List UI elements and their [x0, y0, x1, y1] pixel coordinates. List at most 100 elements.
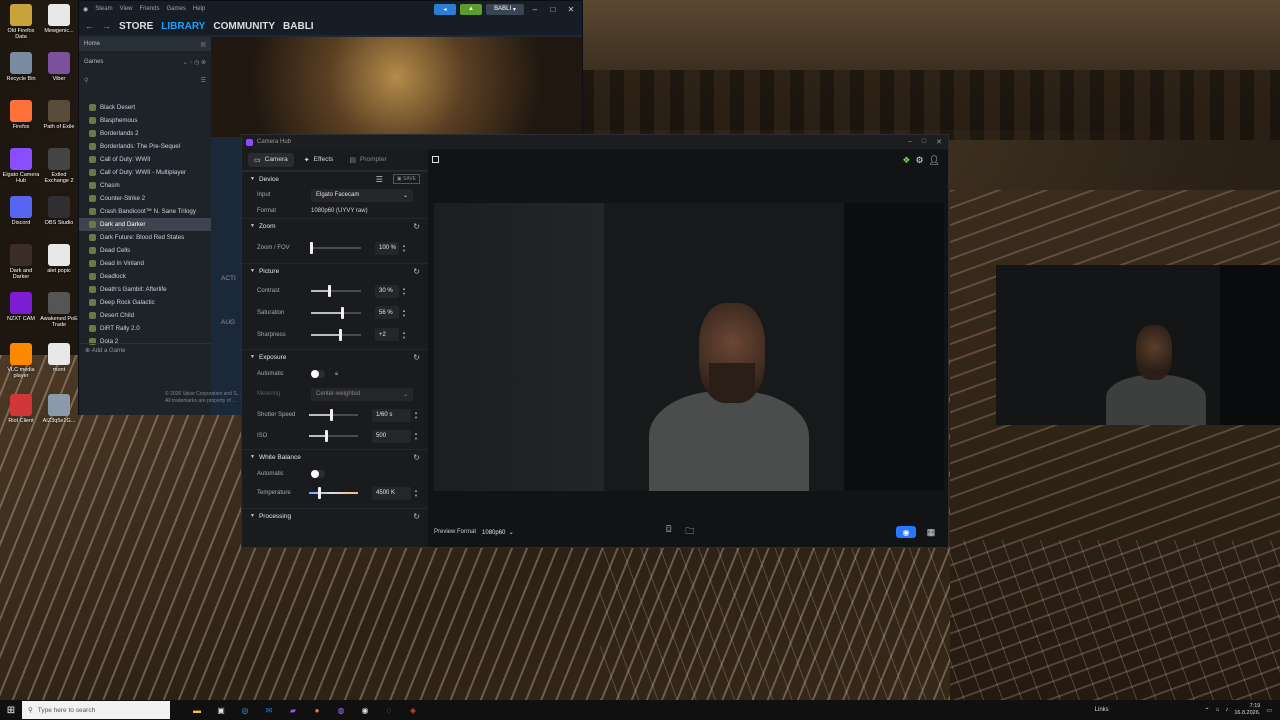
sharpness-slider[interactable] [311, 328, 361, 341]
notifications-icon[interactable]: ▭ [1266, 707, 1272, 714]
forward-arrow-icon[interactable]: → [102, 21, 111, 31]
menu-view[interactable]: View [120, 6, 133, 12]
panel-toggle-icon[interactable] [432, 156, 439, 163]
nav-community[interactable]: COMMUNITY [213, 21, 275, 32]
gear-icon[interactable]: ⚙ [915, 155, 923, 166]
tab-camera[interactable]: ▭ Camera [248, 152, 294, 167]
menu-steam[interactable]: Steam [95, 6, 112, 12]
wb-auto-toggle[interactable] [311, 470, 325, 478]
library-home[interactable]: Home ▦ [79, 37, 211, 51]
menu-friends[interactable]: Friends [140, 6, 160, 12]
menu-games[interactable]: Games [167, 6, 186, 12]
game-list-item[interactable]: Dead Cells [79, 244, 211, 257]
tab-effects[interactable]: ✦ Effects [298, 153, 340, 167]
desktop-icon[interactable]: Dark and Darker [2, 244, 40, 280]
tab-prompter[interactable]: ▤ Prompter [343, 153, 392, 167]
game-list-item[interactable]: Dark and Darker [79, 218, 211, 231]
game-list-item[interactable]: Blasphemous [79, 114, 211, 127]
desktop-icon[interactable]: NZXT CAM [2, 292, 40, 322]
sharpness-value[interactable]: +2 [375, 328, 399, 341]
contrast-stepper[interactable]: ▲ ▼ [402, 286, 406, 296]
browser-icon[interactable]: ◎ [236, 702, 254, 718]
zoom-slider[interactable] [310, 242, 361, 254]
steam-icon[interactable]: ◉ [356, 702, 374, 718]
game-list-item[interactable]: Crash Bandicoot™ N. Sane Trilogy [79, 205, 211, 218]
contrast-slider[interactable] [311, 285, 361, 297]
recorder-icon[interactable]: ◈ [404, 702, 422, 718]
maximize-icon[interactable]: □ [922, 138, 926, 146]
desktop-icon[interactable]: Riot Client [2, 394, 40, 424]
shutter-stepper[interactable]: ▲ ▼ [414, 410, 418, 420]
user-menu[interactable]: BABLI ▾ [486, 3, 524, 15]
iso-slider[interactable] [309, 430, 359, 442]
taskbar-search[interactable]: ⚲ Type here to search [22, 701, 170, 719]
desktop-icon[interactable]: OBS Studio [40, 196, 78, 226]
game-list-item[interactable]: Dead In Vinland [79, 257, 211, 270]
iso-stepper[interactable]: ▲ ▼ [414, 431, 418, 441]
zoom-value[interactable]: 100 % [375, 241, 399, 255]
desktop-icon[interactable]: Elgato Camera Hub [2, 148, 40, 184]
add-game-button[interactable]: ⊕ Add a Game [79, 343, 211, 357]
apps-icon[interactable]: ❖ [902, 155, 910, 166]
windows-start-icon[interactable]: ⊞ [0, 705, 22, 716]
game-list-item[interactable]: Borderlands: The Pre-Sequel [79, 140, 211, 153]
sharpness-stepper[interactable]: ▲ ▼ [402, 330, 406, 340]
game-list-item[interactable]: Death's Gambit: Afterlife [79, 283, 211, 296]
game-list-item[interactable]: Desert Child [79, 309, 211, 322]
file-explorer-icon[interactable]: ▬ [188, 702, 206, 718]
reset-icon[interactable]: ↻ [413, 267, 420, 276]
game-list-item[interactable]: Call of Duty: WWII [79, 153, 211, 166]
nav-library[interactable]: LIBRARY [161, 21, 205, 32]
profile-icon[interactable]: 👤︎ [929, 155, 940, 166]
preview-format-dropdown[interactable]: 1080p60 ⌄ [482, 529, 514, 536]
mail-icon[interactable]: ✉ [260, 702, 278, 718]
desktop-icon[interactable]: Path of Exile [40, 100, 78, 130]
reset-icon[interactable]: ↻ [413, 222, 420, 231]
maximize-icon[interactable]: □ [546, 5, 560, 14]
grid-icon[interactable]: ▦ [200, 41, 206, 48]
desktop-icon[interactable]: mont [40, 343, 78, 373]
store-icon[interactable]: ▣ [212, 702, 230, 718]
iso-value[interactable]: 500 [372, 429, 412, 443]
game-list-item[interactable]: Black Desert [79, 101, 211, 114]
exposure-auto-toggle[interactable] [311, 370, 325, 378]
back-arrow-icon[interactable]: ← [85, 21, 94, 31]
links-toolbar[interactable]: Links [1095, 707, 1109, 713]
folder-icon[interactable]: 🗀︎ [685, 524, 694, 540]
menu-help[interactable]: Help [193, 6, 205, 12]
desktop-icon[interactable]: VLC media player [2, 343, 40, 379]
nav-store[interactable]: STORE [119, 21, 153, 32]
game-list-item[interactable]: DiRT Rally 2.0 [79, 322, 211, 335]
shutter-slider[interactable] [309, 409, 359, 421]
desktop-icon[interactable]: Viber [40, 52, 78, 82]
camera-hub-icon[interactable]: ◍ [332, 702, 350, 718]
desktop-icon[interactable]: Awakened PoE Trade [40, 292, 78, 328]
shutter-value[interactable]: 1/60 s [372, 408, 412, 422]
game-list-item[interactable]: Call of Duty: WWII - Multiplayer [79, 166, 211, 179]
zoom-section-header[interactable]: ▼ Zoom ↻ [242, 218, 428, 233]
grid-icon[interactable]: ▦ [924, 526, 938, 538]
games-filter[interactable]: Games ⌄ ↑ ◷ ⊕ [79, 51, 211, 73]
snapshot-icon[interactable]: ⌼ [666, 524, 671, 540]
game-list-item[interactable]: Counter-Strike 2 [79, 192, 211, 205]
saturation-slider[interactable] [311, 306, 361, 319]
reset-icon[interactable]: ↻ [413, 353, 420, 362]
zoom-stepper[interactable]: ▲ ▼ [402, 243, 406, 253]
game-list-item[interactable]: Borderlands 2 [79, 127, 211, 140]
picture-section-header[interactable]: ▼ Picture ↻ [242, 263, 428, 278]
desktop-icon[interactable]: Mewgenic... [40, 4, 78, 34]
metering-dropdown[interactable]: Center-weighted ⌄ [311, 387, 413, 401]
saturation-stepper[interactable]: ▲ ▼ [402, 308, 406, 318]
reset-icon[interactable]: ↻ [413, 512, 420, 521]
clock[interactable]: 7:19 16.8.2026. [1234, 703, 1260, 717]
input-dropdown[interactable]: Elgato Facecam ⌄ [311, 188, 413, 202]
save-button[interactable]: ▣ SAVE [392, 174, 420, 184]
lock-icon[interactable]: 🔒︎ [335, 371, 338, 378]
desktop-icon[interactable]: Firefox [2, 100, 40, 130]
contrast-value[interactable]: 30 % [375, 284, 399, 298]
globe-icon[interactable]: ◌ [380, 702, 398, 718]
search-row[interactable]: ⚲ ☰ [79, 73, 211, 87]
reset-icon[interactable]: ↻ [413, 453, 420, 462]
minimize-icon[interactable]: – [528, 5, 542, 14]
notification-icon[interactable]: ▲ [460, 3, 482, 15]
